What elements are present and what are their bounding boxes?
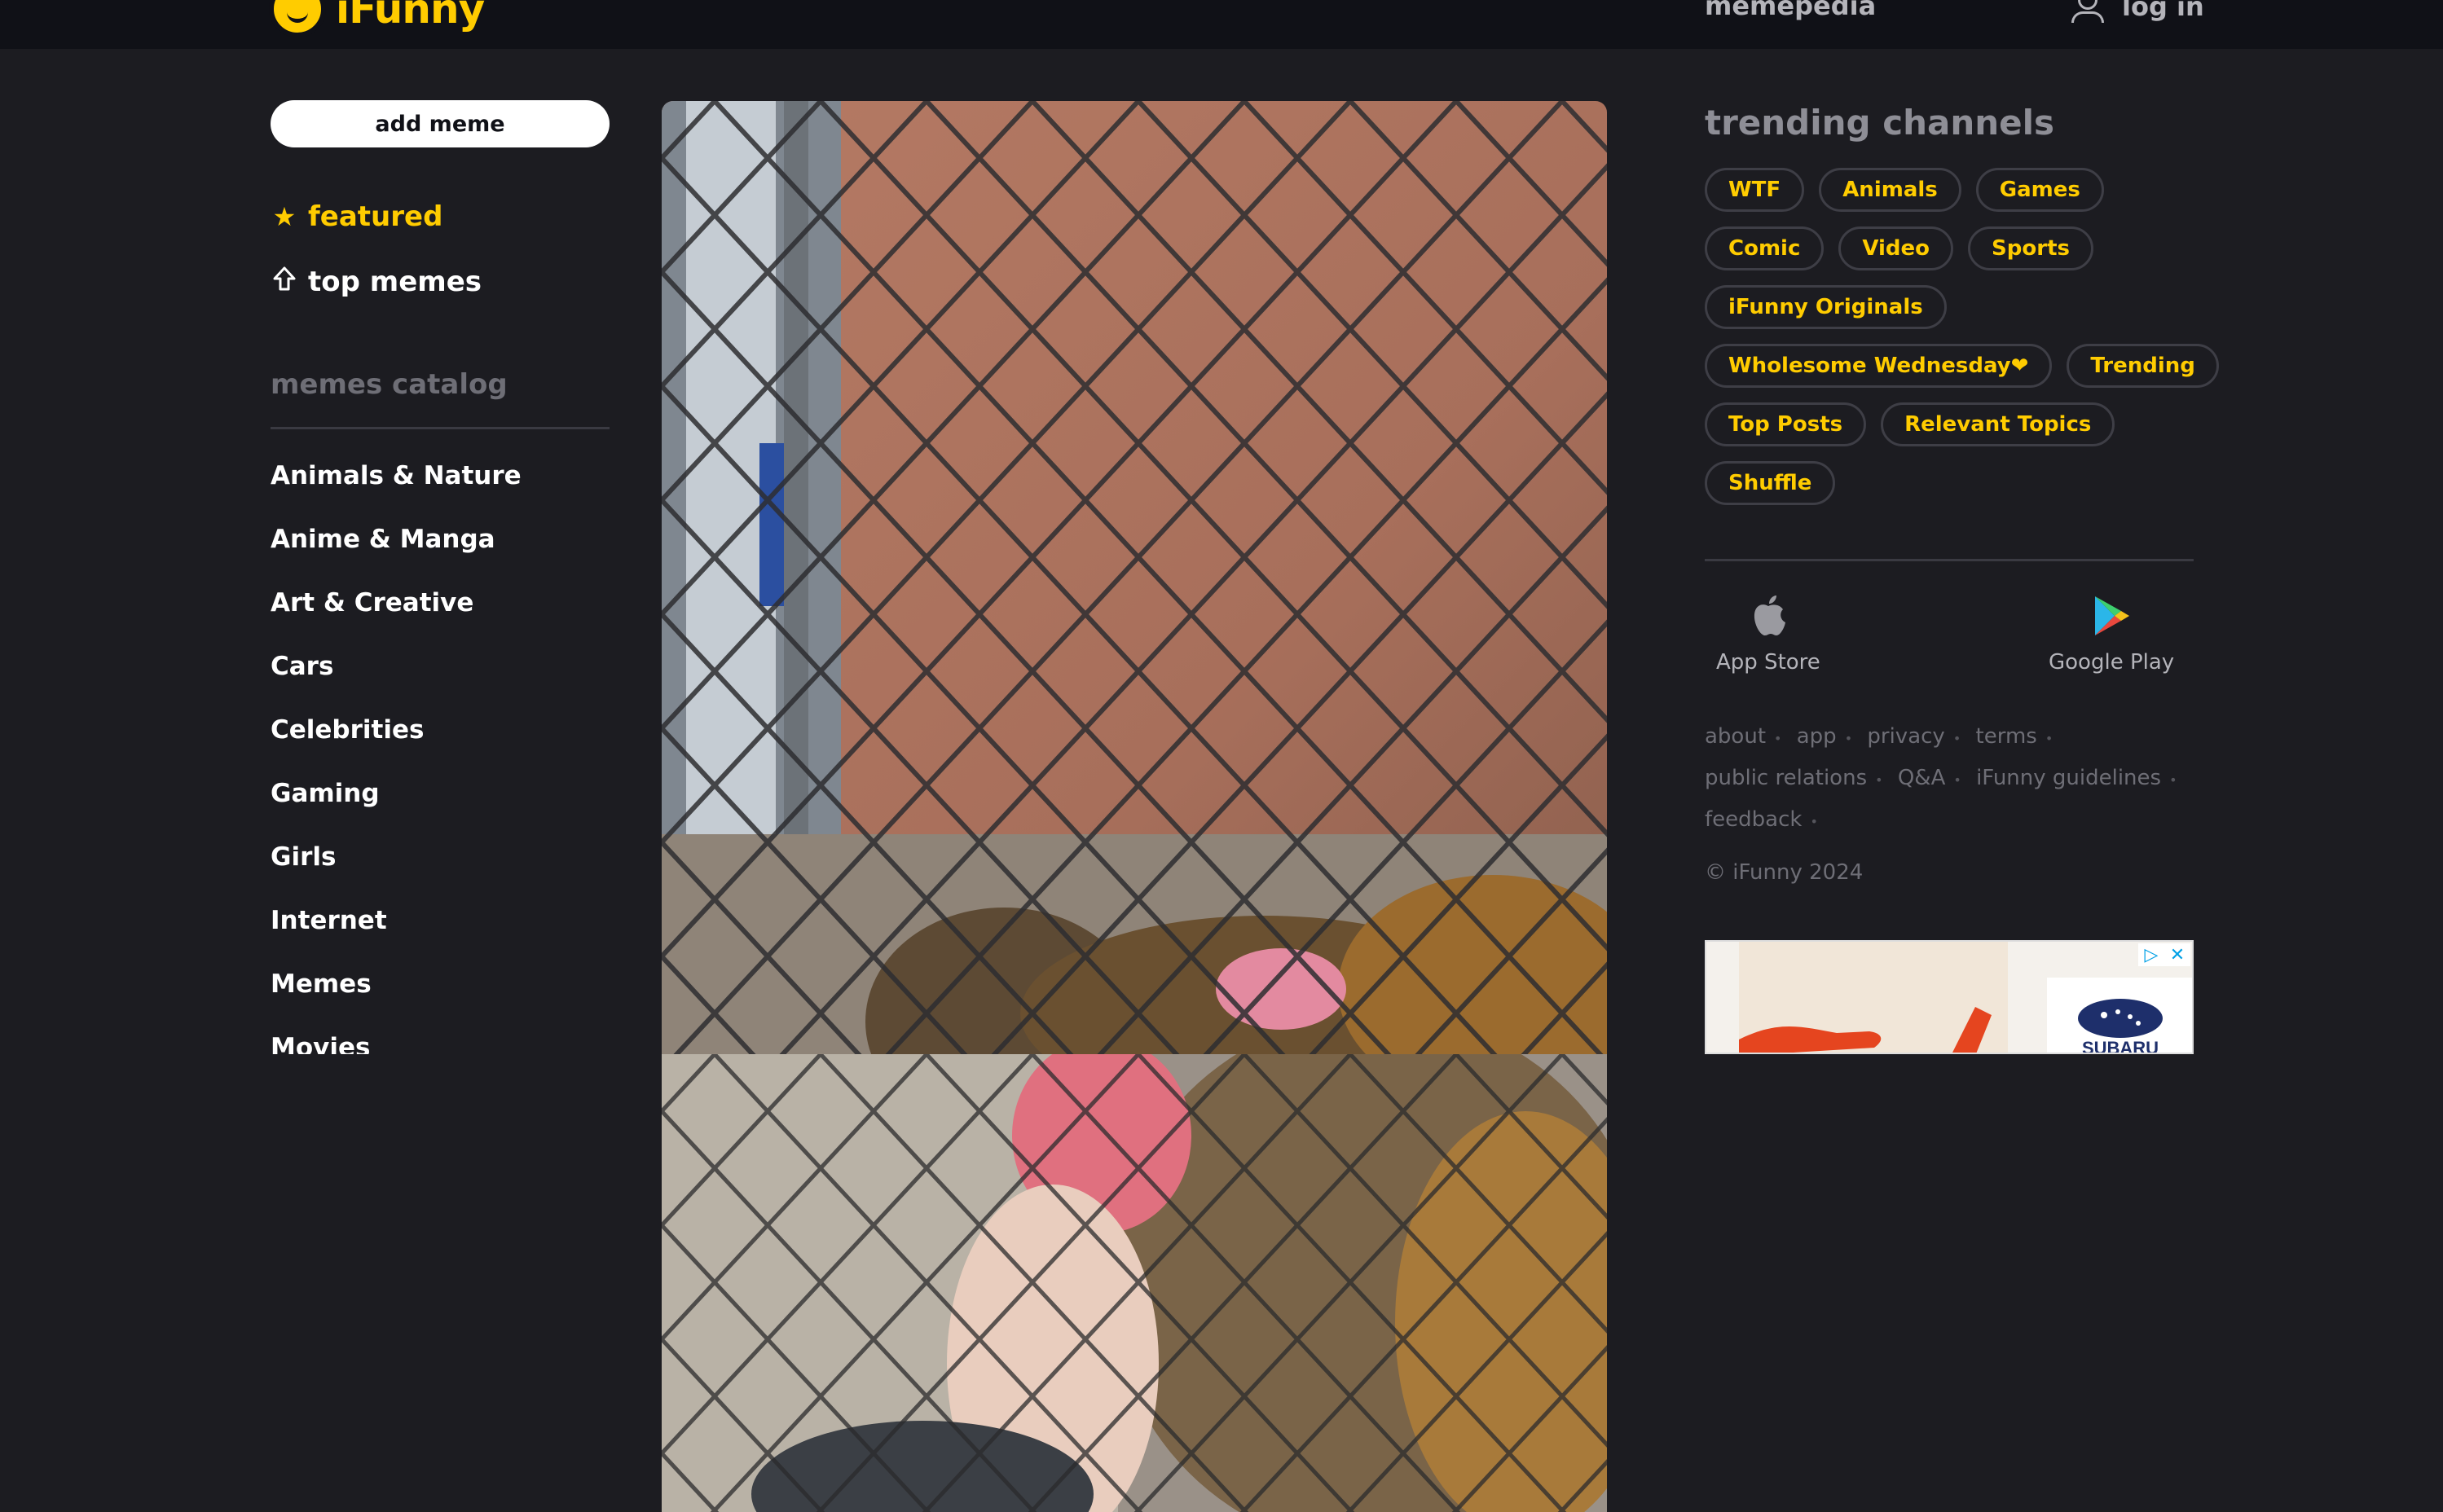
copyright: © iFunny 2024 bbox=[1705, 860, 1864, 885]
footer-links: about • app • privacy • terms • public relat… bbox=[1705, 717, 2194, 842]
channel-chip[interactable]: Video bbox=[1838, 226, 1954, 270]
channel-chip[interactable]: WTF bbox=[1705, 168, 1805, 212]
channel-chip[interactable]: Top Posts bbox=[1705, 402, 1867, 446]
catalog-item[interactable]: Cars bbox=[271, 647, 613, 710]
catalog-list: Animals & Nature Anime & Manga Art & Cre… bbox=[271, 456, 613, 1054]
footer-link-qa[interactable]: Q&A bbox=[1898, 766, 1946, 790]
channel-chip[interactable]: Relevant Topics bbox=[1881, 402, 2115, 446]
catalog-item[interactable]: Art & Creative bbox=[271, 583, 613, 647]
apple-icon bbox=[1750, 595, 1786, 640]
separator-dot: • bbox=[1952, 731, 1961, 746]
separator-dot: • bbox=[1774, 731, 1782, 746]
ad-image: SUBARU bbox=[1706, 942, 2192, 1054]
right-divider bbox=[1705, 559, 2194, 561]
footer-link-terms[interactable]: terms bbox=[1976, 724, 2037, 749]
footer-link-about[interactable]: about bbox=[1705, 724, 1766, 749]
separator-dot: • bbox=[1953, 772, 1961, 788]
separator-dot: • bbox=[2045, 731, 2053, 746]
channel-chip[interactable]: Comic bbox=[1705, 226, 1825, 270]
catalog-item[interactable]: Memes bbox=[271, 965, 613, 1028]
separator-dot: • bbox=[1844, 731, 1853, 746]
catalog-item[interactable]: Girls bbox=[271, 837, 613, 901]
catalog-item[interactable]: Anime & Manga bbox=[271, 520, 613, 583]
trending-channels: WTF Animals Games Comic Video Sports iFu… bbox=[1705, 168, 2219, 520]
catalog-item[interactable]: Movies bbox=[271, 1028, 613, 1054]
footer-link-guidelines[interactable]: iFunny guidelines bbox=[1976, 766, 2161, 790]
channel-chip[interactable]: Trending bbox=[2067, 344, 2219, 388]
footer-link-public-relations[interactable]: public relations bbox=[1705, 766, 1867, 790]
user-icon bbox=[2068, 0, 2107, 23]
nav-featured-label: featured bbox=[308, 200, 443, 233]
channel-chip[interactable]: Shuffle bbox=[1705, 461, 1836, 505]
channel-chip[interactable]: Wholesome Wednesday❤ bbox=[1705, 344, 2053, 388]
catalog-item[interactable]: Animals & Nature bbox=[271, 456, 613, 520]
ad-choices-icon[interactable]: ▷ bbox=[2138, 943, 2164, 966]
login-label: log in bbox=[2122, 0, 2204, 22]
nav-top-memes-label: top memes bbox=[308, 266, 482, 298]
login-button[interactable]: log in bbox=[2068, 0, 2204, 23]
catalog-item[interactable]: Internet bbox=[271, 901, 613, 965]
google-play-link[interactable]: Google Play bbox=[2049, 595, 2174, 675]
app-store-label: App Store bbox=[1716, 650, 1820, 675]
footer-link-feedback[interactable]: feedback bbox=[1705, 807, 1802, 832]
channel-chip[interactable]: Animals bbox=[1819, 168, 1961, 212]
google-play-label: Google Play bbox=[2049, 650, 2175, 675]
advertisement[interactable]: SUBARU ▷ ✕ bbox=[1705, 940, 2194, 1054]
logo-text: iFunny bbox=[336, 0, 485, 33]
catalog-item[interactable]: Gaming bbox=[271, 774, 613, 837]
ifunny-logo[interactable]: iFunny bbox=[269, 0, 485, 37]
separator-dot: • bbox=[1875, 772, 1883, 788]
trending-channels-title: trending channels bbox=[1705, 103, 2055, 143]
catalog-title: memes catalog bbox=[271, 368, 508, 401]
nav-top-memes[interactable]: top memes bbox=[271, 266, 482, 298]
channel-chip[interactable]: Games bbox=[1975, 168, 2104, 212]
app-store-link[interactable]: App Store bbox=[1716, 595, 1820, 675]
ad-close-icon[interactable]: ✕ bbox=[2164, 943, 2190, 966]
meme-frame-bottom bbox=[662, 1054, 1607, 1512]
meme-video[interactable] bbox=[662, 101, 1607, 1512]
smiley-logo-icon bbox=[269, 0, 326, 37]
ad-brand: SUBARU bbox=[2082, 1038, 2159, 1054]
meme-frame-top bbox=[662, 101, 1607, 1054]
star-icon: ★ bbox=[272, 201, 297, 232]
catalog-item[interactable]: Celebrities bbox=[271, 710, 613, 774]
footer-link-app[interactable]: app bbox=[1797, 724, 1837, 749]
google-play-icon bbox=[2092, 595, 2131, 640]
catalog-divider bbox=[271, 427, 610, 429]
nav-featured[interactable]: ★ featured bbox=[271, 200, 443, 233]
top-bar: iFunny memepedia log in bbox=[0, 0, 2443, 49]
separator-dot: • bbox=[2169, 772, 2177, 788]
ad-controls: ▷ ✕ bbox=[2138, 943, 2190, 966]
footer-link-privacy[interactable]: privacy bbox=[1867, 724, 1944, 749]
separator-dot: • bbox=[1810, 814, 1818, 829]
add-meme-button[interactable]: add meme bbox=[271, 100, 610, 147]
memepedia-link[interactable]: memepedia bbox=[1705, 0, 1876, 21]
channel-chip[interactable]: Sports bbox=[1968, 226, 2093, 270]
arrow-up-icon bbox=[271, 266, 298, 298]
channel-chip[interactable]: iFunny Originals bbox=[1705, 285, 1947, 329]
